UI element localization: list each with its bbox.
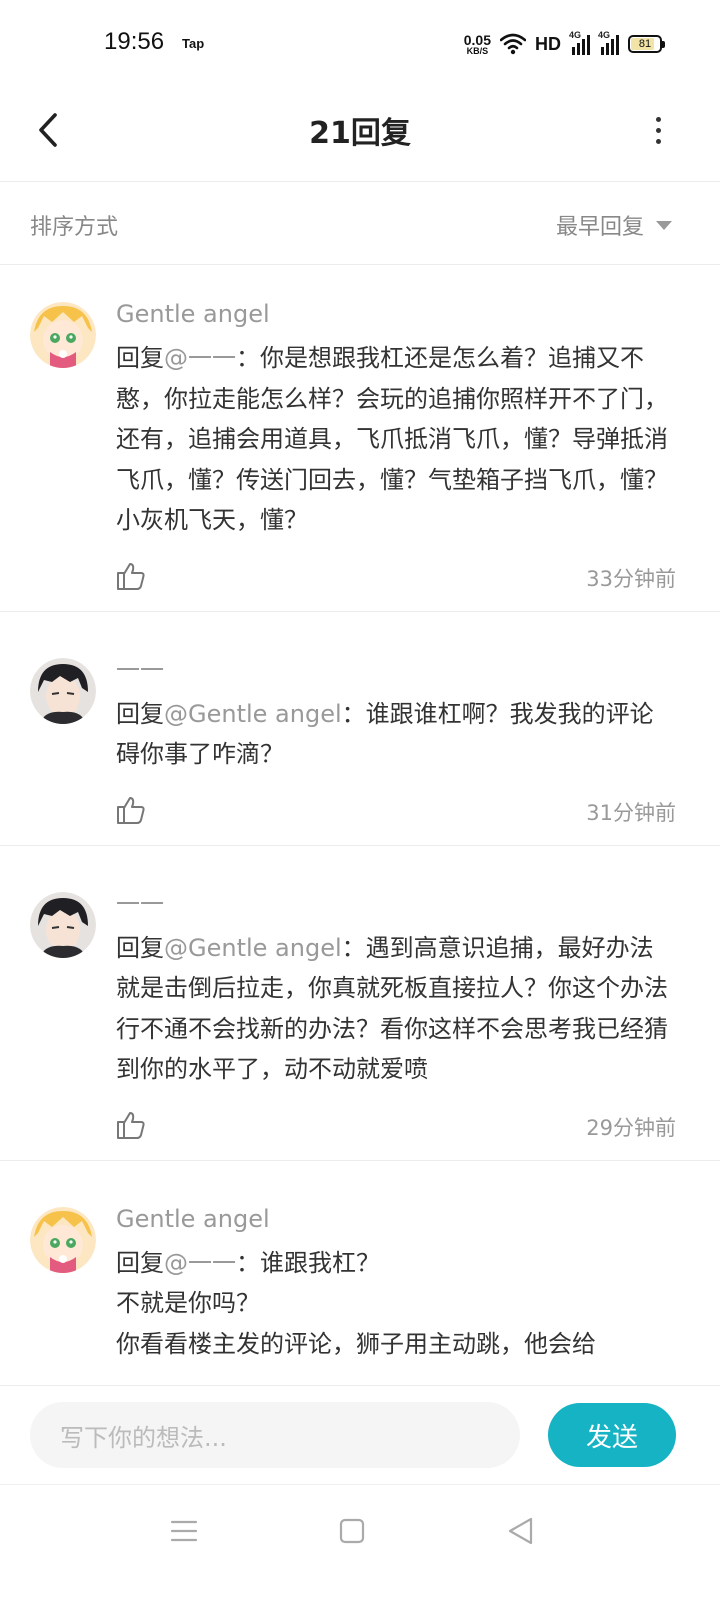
page-title: 21回复 [309, 116, 411, 151]
system-nav-bar [0, 1484, 720, 1600]
reply-time: 29分钟前 [586, 1115, 676, 1140]
reply-list[interactable]: Gentle angel 回复@一一：你是想跟我杠还是怎么着？追捕又不憨，你拉走… [0, 266, 720, 1386]
reply-prefix: 回复 [116, 344, 164, 372]
avatar[interactable] [30, 302, 96, 368]
signal-icon: 4G [598, 30, 619, 55]
top-app-bar: 21回复 [0, 90, 720, 182]
reply-time: 33分钟前 [586, 566, 676, 591]
sim1-network-type: 4G [569, 30, 582, 40]
signal-icon: 4G [569, 30, 590, 55]
reply-text: 回复@一一：你是想跟我杠还是怎么着？追捕又不憨，你拉走能怎么样？会玩的追捕你照样… [116, 338, 676, 541]
square-icon [339, 1518, 365, 1544]
status-app-label: Tap [182, 36, 205, 51]
status-bar: 19:56 Tap 0.05 KB/S HD 4G 4G 81 [0, 0, 720, 90]
sort-dropdown[interactable]: 最早回复 [556, 209, 672, 241]
reply-mention[interactable]: @Gentle angel [164, 700, 342, 728]
battery-level: 81 [638, 38, 652, 50]
send-button[interactable]: 发送 [548, 1403, 676, 1467]
anime-girl-avatar-icon [30, 1206, 96, 1273]
reply-item: Gentle angel 回复@一一：谁跟我杠？ 不就是你吗？ 你看看楼主发的评… [0, 1161, 720, 1365]
reply-input-bar: 写下你的想法... 发送 [0, 1385, 720, 1483]
battery-icon: 81 [628, 35, 665, 53]
reply-item: 一一 回复@Gentle angel：遇到高意识追捕，最好办法就是击倒后拉走，你… [0, 846, 720, 1161]
anime-girl-avatar-icon [30, 302, 96, 368]
avatar[interactable] [30, 657, 96, 724]
nav-menu-button[interactable] [164, 1511, 204, 1551]
reply-prefix: 回复 [116, 933, 164, 962]
sort-selected-value: 最早回复 [555, 215, 644, 240]
avatar[interactable] [30, 1206, 96, 1273]
reply-text: 回复@一一：谁跟我杠？ 不就是你吗？ 你看看楼主发的评论，狮子用主动跳，他会给 [116, 1243, 676, 1365]
thumbs-up-icon[interactable] [116, 561, 146, 591]
hd-indicator: HD [535, 33, 561, 54]
network-speed: 0.05 KB/S [464, 33, 491, 56]
caret-down-icon [656, 220, 672, 230]
dark-hair-boy-avatar-icon [30, 657, 96, 724]
reply-footer: 33分钟前 [116, 541, 676, 611]
reply-content: ：你是想跟我杠还是怎么着？追捕又不憨，你拉走能怎么样？会玩的追捕你照样开不了门，… [116, 344, 668, 534]
reply-footer: 31分钟前 [116, 775, 676, 845]
reply-text: 回复@Gentle angel：遇到高意识追捕，最好办法就是击倒后拉走，你真就死… [116, 928, 676, 1090]
reply-username[interactable]: 一一 [116, 652, 676, 688]
reply-line: 不就是你吗？ [116, 1289, 260, 1317]
more-options-button[interactable] [646, 110, 670, 150]
triangle-back-icon [508, 1517, 533, 1545]
network-speed-unit: KB/S [466, 45, 489, 56]
nav-back-button[interactable] [500, 1511, 540, 1551]
reply-username[interactable]: Gentle angel [116, 296, 676, 332]
reply-username[interactable]: Gentle angel [116, 1201, 676, 1237]
avatar[interactable] [30, 891, 96, 958]
thumbs-up-icon[interactable] [116, 1110, 146, 1140]
reply-time: 31分钟前 [586, 800, 676, 825]
sim2-network-type: 4G [598, 30, 611, 40]
wifi-icon [500, 33, 526, 55]
reply-item: 一一 回复@Gentle angel：谁跟谁杠啊？我发我的评论碍你事了咋滴？ 3… [0, 612, 720, 846]
reply-footer: 29分钟前 [116, 1090, 676, 1160]
network-speed-value: 0.05 [463, 31, 491, 48]
reply-username[interactable]: 一一 [116, 886, 676, 922]
dark-hair-boy-avatar-icon [30, 891, 96, 958]
menu-icon [170, 1520, 198, 1542]
reply-mention[interactable]: @一一 [164, 1249, 236, 1277]
reply-line: 回复@一一：谁跟我杠？ [116, 1243, 676, 1284]
reply-prefix: 回复 [116, 699, 164, 728]
reply-mention[interactable]: @一一 [164, 344, 236, 372]
reply-prefix: 回复 [116, 1248, 164, 1277]
more-vertical-icon [655, 116, 661, 122]
sort-bar: 排序方式 最早回复 [0, 183, 720, 265]
reply-content: ：谁跟我杠？ [236, 1248, 380, 1277]
reply-mention[interactable]: @Gentle angel [164, 934, 342, 962]
reply-input[interactable]: 写下你的想法... [30, 1402, 520, 1468]
thumbs-up-icon[interactable] [116, 795, 146, 825]
status-icons: 0.05 KB/S HD 4G 4G 81 [464, 30, 665, 58]
reply-text: 回复@Gentle angel：谁跟谁杠啊？我发我的评论碍你事了咋滴？ [116, 694, 676, 775]
nav-home-button[interactable] [332, 1511, 372, 1551]
status-time: 19:56 [104, 28, 165, 55]
sort-label: 排序方式 [30, 215, 119, 240]
reply-item: Gentle angel 回复@一一：你是想跟我杠还是怎么着？追捕又不憨，你拉走… [0, 266, 720, 612]
reply-line: 你看看楼主发的评论，狮子用主动跳，他会给 [116, 1329, 596, 1358]
